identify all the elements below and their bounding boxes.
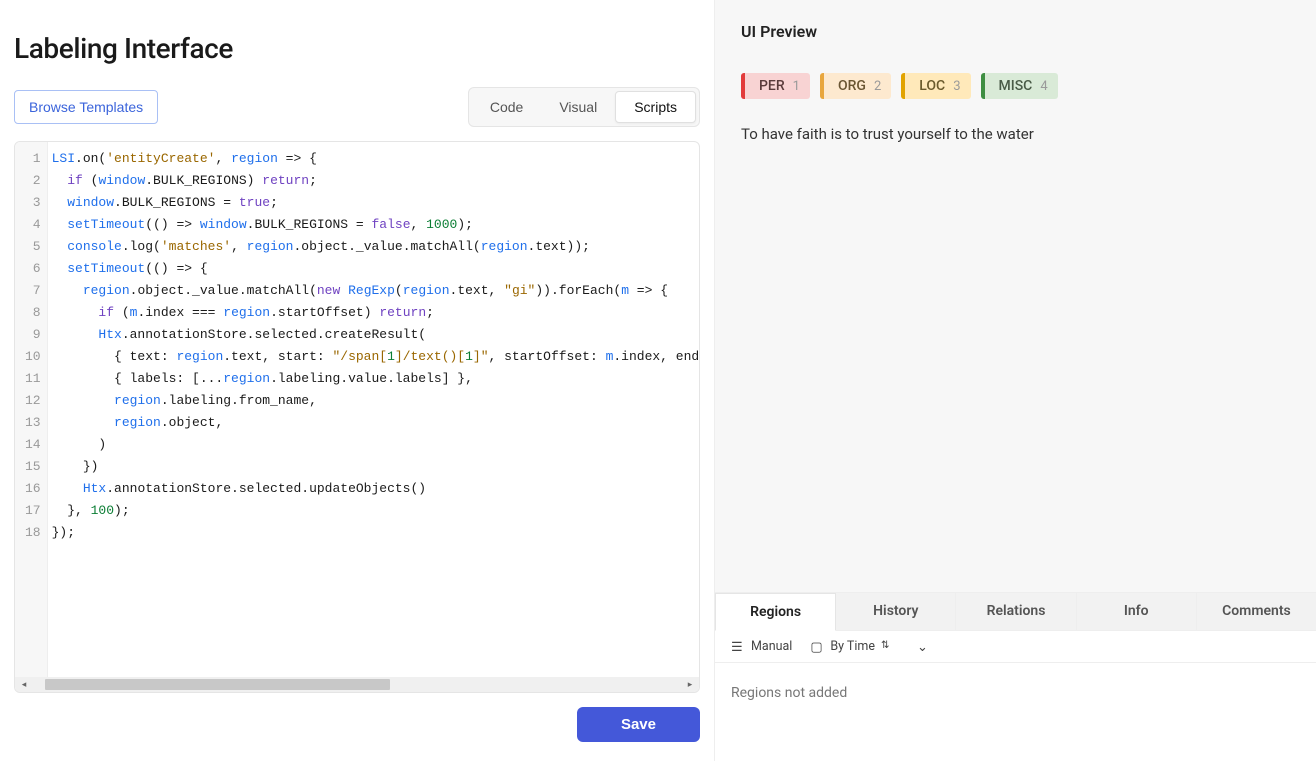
label-per[interactable]: PER 1 [741,73,810,99]
label-stripe [981,73,985,99]
calendar-icon: ▢ [810,640,824,654]
editor-horizontal-scrollbar[interactable]: ◂ ▸ [15,677,699,692]
label-hotkey: 2 [874,79,881,94]
label-name: ORG [838,78,866,94]
panel-tab-history[interactable]: History [836,593,956,630]
visibility-toggle[interactable]: ⌄ [917,640,931,654]
label-stripe [820,73,824,99]
label-hotkey: 4 [1040,79,1047,94]
sort-icon: ⇅ [881,640,895,654]
tab-visual[interactable]: Visual [541,91,615,123]
sample-text[interactable]: To have faith is to trust yourself to th… [715,99,1316,143]
page-title: Labeling Interface [14,32,700,65]
label-stripe [901,73,905,99]
label-stripe [741,73,745,99]
label-name: MISC [999,78,1033,94]
panel-tab-relations[interactable]: Relations [956,593,1076,630]
editor-gutter: 123456789101112131415161718 [15,142,48,677]
label-name: LOC [919,78,945,94]
by-time-label: By Time [830,639,875,654]
list-icon: ☰ [731,640,745,654]
code-editor[interactable]: 123456789101112131415161718 LSI.on('enti… [14,141,700,693]
manual-order-button[interactable]: ☰ Manual [731,639,792,654]
bottom-panel: Regions History Relations Info Comments … [715,592,1316,761]
label-loc[interactable]: LOC 3 [901,73,970,99]
labels-row: PER 1 ORG 2 LOC 3 MISC 4 [715,57,1316,99]
panel-tab-regions[interactable]: Regions [715,593,836,631]
editor-mode-toggle: Code Visual Scripts [468,87,700,127]
label-org[interactable]: ORG 2 [820,73,891,99]
panel-tab-comments[interactable]: Comments [1197,593,1316,630]
manual-label: Manual [751,639,792,654]
regions-empty-state: Regions not added [715,663,1316,761]
tab-code[interactable]: Code [472,91,541,123]
tab-scripts[interactable]: Scripts [615,91,696,123]
label-hotkey: 1 [793,79,800,94]
ui-preview-title: UI Preview [715,0,1316,57]
save-button[interactable]: Save [577,707,700,742]
label-name: PER [759,78,785,94]
eye-icon: ⌄ [917,640,931,654]
panel-tab-info[interactable]: Info [1077,593,1197,630]
browse-templates-button[interactable]: Browse Templates [14,90,158,124]
scroll-left-icon[interactable]: ◂ [17,679,31,691]
editor-code-area[interactable]: LSI.on('entityCreate', region => { if (w… [48,142,699,677]
scrollbar-thumb[interactable] [45,679,390,690]
by-time-button[interactable]: ▢ By Time ⇅ [810,639,895,654]
label-misc[interactable]: MISC 4 [981,73,1058,99]
label-hotkey: 3 [953,79,960,94]
scroll-right-icon[interactable]: ▸ [683,679,697,691]
